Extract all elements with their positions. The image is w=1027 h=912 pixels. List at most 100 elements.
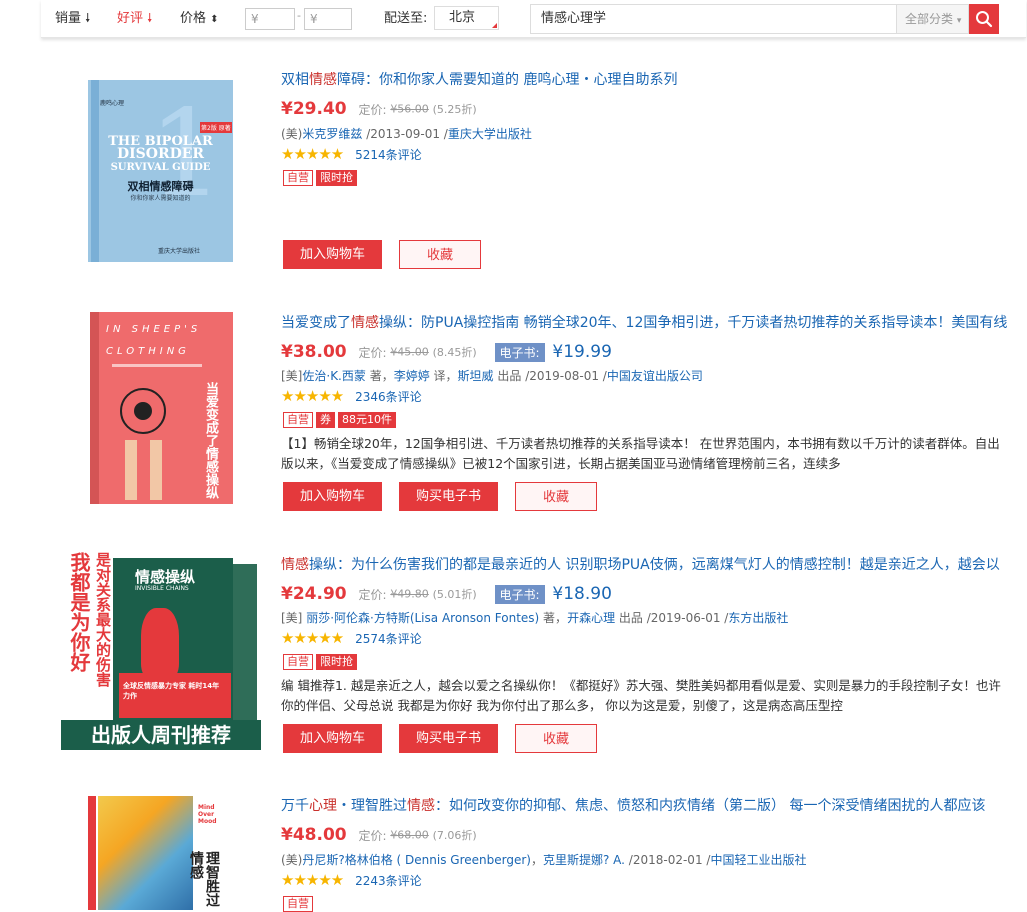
publish-date: 出品 /2019-06-01 / xyxy=(615,611,729,625)
list-price-label: 定价: xyxy=(358,345,387,360)
cover-chinese-title: 当爱变成了情感操纵 xyxy=(203,382,218,499)
product-title-link[interactable]: 双相情感障碍：你和你家人需要知道的 鹿鸣心理・心理自助系列 xyxy=(281,69,1011,89)
promo-tags: 自营券 88元10件 xyxy=(283,412,399,428)
cover-side-slogan: 是对关系最大的伤害 xyxy=(94,552,112,687)
ebook-price: ¥19.99 xyxy=(552,342,612,362)
star-rating-icon: ★★★★★ xyxy=(281,871,344,889)
cover-subtitle: 你和你家人需要知道的 xyxy=(130,195,191,202)
favorite-button[interactable]: 收藏 xyxy=(515,482,597,511)
price-row: ¥38.00 定价: ¥45.00 (8.45折) 电子书: ¥19.99 xyxy=(281,342,612,362)
translator-link[interactable]: 李婷婷 xyxy=(394,369,430,383)
category-value: 全部分类 xyxy=(905,12,954,26)
translator-link[interactable]: 克里斯提娜? A. xyxy=(543,853,625,867)
cover-promo-band: 全球反情感暴力专家 耗时14年 力作 xyxy=(119,673,231,718)
price-row: ¥29.40 定价: ¥56.00 (5.25折) xyxy=(281,99,477,119)
favorite-button[interactable]: 收藏 xyxy=(515,724,597,753)
review-count-link[interactable]: 5214条评论 xyxy=(355,148,422,162)
self-operated-tag: 自营 xyxy=(283,654,313,670)
cover-target-center xyxy=(134,402,152,420)
ebook-badge: 电子书: xyxy=(494,342,545,362)
sale-price: ¥48.00 xyxy=(281,825,347,845)
sort-updown-icon: ⬍ xyxy=(210,14,219,25)
review-count-link[interactable]: 2243条评论 xyxy=(355,874,422,888)
buy-ebook-button[interactable]: 购买电子书 xyxy=(399,482,498,511)
ebook-price: ¥18.90 xyxy=(552,584,612,604)
title-text: 当爱变成了 xyxy=(281,315,351,331)
list-price-label: 定价: xyxy=(358,828,387,843)
flash-sale-tag: 限时抢 xyxy=(316,654,357,670)
cover-publisher: 重庆大学出版社 xyxy=(158,248,201,255)
book-spine-shadow xyxy=(90,312,99,504)
cover-english-title: THE BIPOLAR DISORDER SURVIVAL GUIDE xyxy=(88,135,233,174)
search-button[interactable] xyxy=(969,4,999,34)
add-to-cart-button[interactable]: 加入购物车 xyxy=(283,482,382,511)
meta-separator: ， xyxy=(530,853,543,867)
favorite-button[interactable]: 收藏 xyxy=(399,240,481,269)
sort-by-sales[interactable]: 销量 🠗 xyxy=(55,0,90,37)
buy-ebook-button[interactable]: 购买电子书 xyxy=(399,724,498,753)
product-title-link[interactable]: 万千心理・理智胜过情感：如何改变你的抑郁、焦虑、愤怒和内疚情绪（第二版） 每一个… xyxy=(281,795,1011,815)
title-keyword-highlight: 情感 xyxy=(351,315,379,331)
book-cover-image[interactable]: 1 鹿鸣心理 第2版 原著 THE BIPOLAR DISORDER SURVI… xyxy=(88,80,233,262)
price-max-input[interactable]: ¥ xyxy=(304,8,352,30)
author-link[interactable]: 丹尼斯?格林伯格 ( Dennis Greenberger) xyxy=(302,853,531,867)
rating-row: ★★★★★ 2574条评论 xyxy=(281,629,422,647)
add-to-cart-button[interactable]: 加入购物车 xyxy=(283,724,382,753)
publisher-link[interactable]: 东方出版社 xyxy=(728,611,788,625)
rating-row: ★★★★★ 5214条评论 xyxy=(281,145,422,163)
book-cover-image[interactable]: 我都是为你好 是对关系最大的伤害 情感操纵 INVISIBLE CHAINS 全… xyxy=(61,552,261,750)
cover-arm-graphic xyxy=(125,440,137,500)
discount-rate: (8.45折) xyxy=(432,346,477,359)
product-title-link[interactable]: 情感操纵：为什么伤害我们的都是最亲近的人 识别职场PUA伎俩，远离煤气灯人的情感… xyxy=(281,554,1011,574)
product-title-link[interactable]: 当爱变成了情感操纵：防PUA操控指南 畅销全球20年、12国争相引进，千万读者热… xyxy=(281,312,1011,332)
cover-book-front: 情感操纵 INVISIBLE CHAINS 全球反情感暴力专家 耗时14年 力作 xyxy=(113,558,233,720)
title-keyword-highlight: 心理 xyxy=(309,798,337,814)
title-keyword-highlight: 情感 xyxy=(407,798,435,814)
title-text: 双相 xyxy=(281,72,309,88)
cover-book-side xyxy=(233,564,257,720)
publisher-link[interactable]: 中国轻工业出版社 xyxy=(710,853,806,867)
publisher-link[interactable]: 中国友谊出版公司 xyxy=(607,369,703,383)
author-link[interactable]: 米克罗维兹 xyxy=(302,127,362,141)
title-text: ・理智胜过 xyxy=(337,798,407,814)
cover-brand: 鹿鸣心理 xyxy=(100,100,125,107)
review-count-link[interactable]: 2346条评论 xyxy=(355,390,422,404)
add-to-cart-button[interactable]: 加入购物车 xyxy=(283,240,382,269)
author-nationality: [美] xyxy=(281,369,303,383)
search-input[interactable]: 情感心理学 xyxy=(530,4,897,34)
author-nationality: (美) xyxy=(281,127,303,141)
rating-row: ★★★★★ 2346条评论 xyxy=(281,387,422,405)
promo-tags: 自营 限时抢 xyxy=(283,170,360,186)
star-rating-icon: ★★★★★ xyxy=(281,387,344,405)
discount-rate: (7.06折) xyxy=(432,829,477,842)
meta-separator: 著， xyxy=(539,611,568,625)
cover-chinese-title: 双相情感障碍 xyxy=(127,180,194,193)
sort-by-price[interactable]: 价格 ⬍ xyxy=(180,0,219,37)
star-rating-icon: ★★★★★ xyxy=(281,629,344,647)
category-select[interactable]: 全部分类 ▾ xyxy=(897,4,969,34)
author-link[interactable]: 佐治·K.西蒙 xyxy=(302,369,366,383)
ship-to-value: 北京 xyxy=(449,10,476,25)
producer-link[interactable]: 开森心理 xyxy=(567,611,615,625)
action-buttons: 加入购物车 收藏 xyxy=(283,240,498,269)
publisher-link[interactable]: 重庆大学出版社 xyxy=(448,127,532,141)
cover-badge: 第2版 原著 xyxy=(200,122,232,133)
cover-rule xyxy=(112,364,202,367)
price-min-input[interactable]: ¥ xyxy=(245,8,295,30)
title-keyword-highlight: 情感 xyxy=(281,557,309,573)
cover-english-title: Mind Over Mood xyxy=(198,804,217,825)
product-meta: [美]佐治·K.西蒙 著，李婷婷 译，斯坦威 出品 /2019-08-01 /中… xyxy=(281,367,1011,384)
sort-by-rating[interactable]: 好评 🠗 xyxy=(117,0,152,37)
list-price: ¥45.00 xyxy=(390,345,429,359)
product-meta: (美)丹尼斯?格林伯格 ( Dennis Greenberger)，克里斯提娜?… xyxy=(281,851,1011,868)
producer-link[interactable]: 斯坦威 xyxy=(458,369,494,383)
product-meta: (美)米克罗维兹 /2013-09-01 /重庆大学出版社 xyxy=(281,125,1011,142)
author-link[interactable]: 丽莎·阿伦森·方特斯(Lisa Aronson Fontes) xyxy=(306,611,539,625)
ship-to-label: 配送至: xyxy=(384,11,428,26)
book-cover-image[interactable]: Mind Over Mood 理智胜过情感 xyxy=(88,796,233,910)
ebook-badge: 电子书: xyxy=(494,584,545,604)
review-count-link[interactable]: 2574条评论 xyxy=(355,632,422,646)
book-cover-image[interactable]: IN SHEEP'S CLOTHING 当爱变成了情感操纵 xyxy=(90,312,233,504)
ship-to-select[interactable]: 北京 xyxy=(434,6,499,30)
title-text: 操纵：防PUA操控指南 畅销全球20年、12国争相引进，千万读者热切推荐的关系指… xyxy=(379,315,1008,331)
